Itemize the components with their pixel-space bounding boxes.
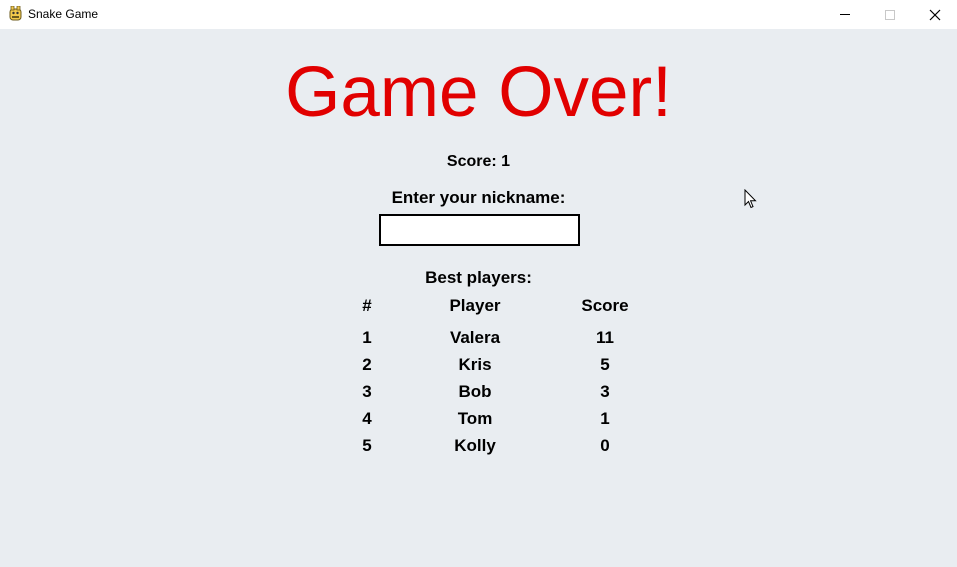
row-score: 11 (596, 328, 614, 347)
row-player: Valera (449, 328, 501, 347)
game-over-title: Game Over! (285, 53, 672, 132)
close-icon (929, 9, 941, 20)
row-player: Kris (458, 355, 492, 374)
row-score: 3 (600, 382, 610, 401)
minimize-button[interactable] (822, 0, 868, 29)
row-player: Bob (458, 382, 492, 401)
nickname-input[interactable] (379, 214, 580, 246)
header-player: Player (449, 296, 501, 315)
row-score: 0 (600, 436, 610, 455)
nickname-label: Enter your nickname: (391, 188, 566, 207)
game-canvas: Game Over! Score: 1 Enter your nickname:… (0, 29, 957, 567)
mouse-cursor-icon (744, 189, 757, 209)
header-rank: # (362, 296, 372, 315)
row-score: 5 (600, 355, 610, 374)
row-player: Kolly (454, 436, 496, 455)
row-rank: 4 (362, 409, 372, 428)
row-player: Tom (457, 409, 493, 428)
window-title: Snake Game (28, 7, 99, 21)
title-bar[interactable]: Snake Game (0, 0, 957, 29)
row-rank: 1 (362, 328, 372, 347)
header-score: Score (581, 296, 629, 315)
row-rank: 2 (362, 355, 372, 374)
final-score: Score: 1 (446, 153, 511, 170)
best-players-label: Best players: (425, 268, 532, 287)
close-button[interactable] (912, 0, 957, 29)
row-rank: 5 (362, 436, 372, 455)
minimize-icon (840, 14, 850, 15)
snake-app-icon (9, 6, 22, 21)
row-score: 1 (600, 409, 610, 428)
maximize-icon (885, 9, 895, 20)
row-rank: 3 (362, 382, 372, 401)
maximize-button[interactable] (867, 0, 913, 29)
